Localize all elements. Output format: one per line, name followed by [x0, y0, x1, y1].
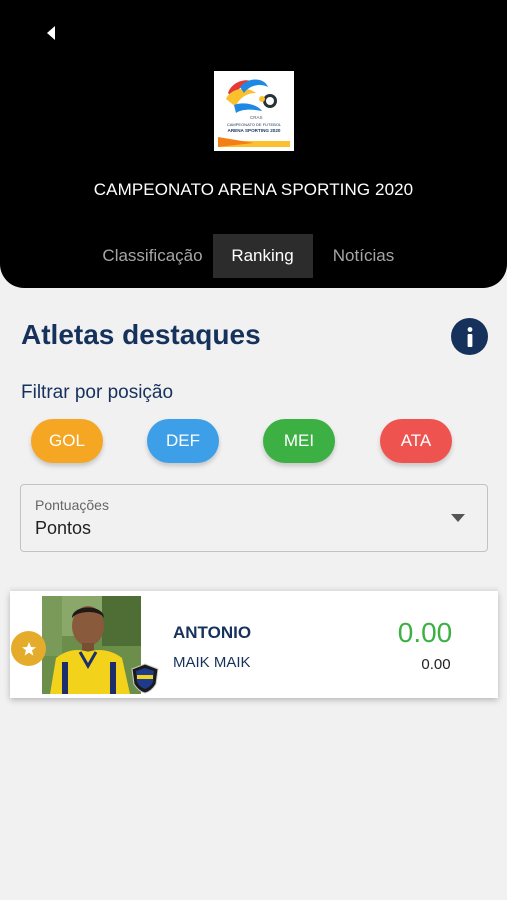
position-filter-def[interactable]: DEF: [147, 419, 219, 463]
position-filter-ata[interactable]: ATA: [380, 419, 452, 463]
position-filter-mei[interactable]: MEI: [263, 419, 335, 463]
tab-bar: Classificação Ranking Notícias: [0, 234, 507, 278]
logo-line2: ARENA SPORTING 2020: [228, 128, 281, 133]
player-team: MAIK MAIK: [173, 654, 251, 671]
athlete-card[interactable]: ANTONIO MAIK MAIK 0.00 0.00: [10, 591, 498, 698]
page-title: Atletas destaques: [21, 319, 261, 350]
logo-line1: CAMPEONATO DE FUTEBOL: [227, 122, 282, 127]
league-title: CAMPEONATO ARENA SPORTING 2020: [93, 180, 414, 199]
select-value: Pontos: [35, 518, 92, 538]
app-header: CRAS CAMPEONATO DE FUTEBOL ARENA SPORTIN…: [0, 0, 507, 288]
highlight-badge: [11, 631, 46, 666]
position-filter-gol[interactable]: GOL: [31, 419, 103, 463]
logo-org-text: CRAS: [250, 115, 263, 120]
team-shield-icon: [131, 663, 159, 694]
tab-classificacao[interactable]: Classificação: [93, 234, 213, 278]
filter-label: Filtrar por posição: [21, 382, 174, 403]
player-photo: [42, 596, 141, 694]
dropdown-arrow-icon: [451, 514, 465, 522]
league-logo: CRAS CAMPEONATO DE FUTEBOL ARENA SPORTIN…: [214, 71, 294, 151]
player-points: 0.00: [421, 656, 451, 673]
info-button[interactable]: [451, 318, 488, 355]
back-button[interactable]: [36, 18, 66, 48]
tab-ranking[interactable]: Ranking: [212, 234, 313, 278]
back-arrow-icon: [47, 26, 55, 40]
select-caption: Pontuações: [35, 497, 109, 513]
score-type-select[interactable]: Pontuações Pontos: [20, 484, 488, 552]
info-icon: [467, 326, 472, 347]
player-score: 0.00: [397, 617, 453, 648]
player-name: ANTONIO: [173, 623, 252, 642]
tab-noticias[interactable]: Notícias: [313, 234, 415, 278]
star-icon: [21, 641, 36, 656]
